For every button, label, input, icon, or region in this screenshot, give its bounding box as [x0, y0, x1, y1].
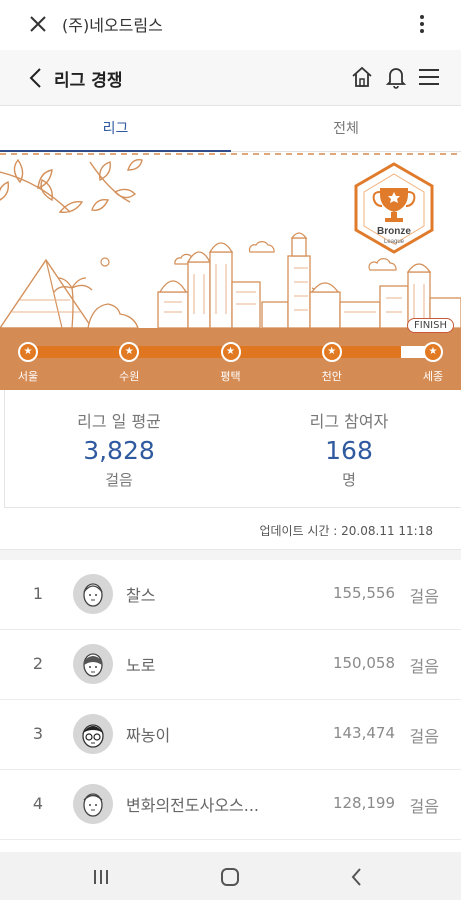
- home-icon[interactable]: [350, 65, 374, 89]
- stat-avg-unit: 걸음: [105, 471, 133, 489]
- rank-number: 4: [32, 794, 44, 813]
- league-progress-bar: FINISH ★ 서울 ★ 수원 ★ 평택 ★ 천안 ★ 세종: [0, 318, 461, 390]
- steps-unit: 걸음: [409, 797, 439, 816]
- avatar-icon: [73, 574, 113, 614]
- league-stats: 리그 일 평균 3,828 걸음 리그 참여자 168 명: [4, 390, 461, 508]
- bell-icon[interactable]: [384, 64, 408, 90]
- route-city-label: 수원: [119, 370, 140, 383]
- stat-daily-average: 리그 일 평균 3,828 걸음: [19, 408, 219, 490]
- system-nav-bar: [0, 852, 461, 900]
- close-icon[interactable]: [26, 12, 50, 36]
- finish-label: FINISH: [407, 318, 454, 333]
- ranking-row[interactable]: 2 노로 150,058 걸음: [0, 630, 461, 700]
- stat-participants: 리그 참여자 168 명: [249, 408, 449, 490]
- more-vert-icon[interactable]: [412, 12, 432, 36]
- star-icon: ★: [423, 342, 443, 362]
- star-icon: ★: [220, 342, 241, 362]
- route-city-label: 서울: [17, 370, 39, 383]
- rank-number: 2: [32, 654, 44, 673]
- star-icon: ★: [321, 342, 342, 362]
- tab-league-label: 리그: [102, 121, 129, 137]
- star-icon: ★: [18, 342, 38, 362]
- avatar-icon: [73, 714, 113, 754]
- stat-avg-label: 리그 일 평균: [77, 412, 161, 431]
- menu-icon[interactable]: [418, 67, 440, 87]
- badge-subtitle: League: [384, 239, 405, 245]
- star-icon: ★: [119, 342, 140, 362]
- section-divider: [0, 550, 461, 560]
- tab-league[interactable]: 리그: [0, 107, 231, 153]
- stat-participants-unit: 명: [342, 471, 356, 489]
- back-icon[interactable]: [26, 66, 46, 90]
- home-button-icon[interactable]: [219, 866, 241, 888]
- stat-avg-value: 3,828: [83, 436, 155, 465]
- member-steps: 128,199: [332, 794, 395, 812]
- stat-participants-label: 리그 참여자: [309, 412, 389, 431]
- stat-participants-value: 168: [325, 436, 373, 465]
- app-top-bar: (주)네오드림스: [0, 0, 461, 48]
- app-title: (주)네오드림스: [62, 16, 163, 35]
- ranking-row[interactable]: 3 짜농이 143,474 걸음: [0, 700, 461, 770]
- ranking-list: 1 찰스 155,556 걸음 2 노로 150,058 걸음 3 짜농이 14…: [0, 560, 461, 844]
- page-header: 리그 경쟁: [0, 50, 461, 106]
- rank-number: 3: [32, 724, 44, 743]
- progress-fill: [28, 346, 401, 358]
- route-city-label: 평택: [220, 370, 241, 383]
- member-name: 변화의전도사오스...: [126, 796, 260, 815]
- member-name: 찰스: [126, 586, 156, 605]
- member-steps: 143,474: [332, 724, 395, 742]
- member-steps: 150,058: [332, 654, 395, 672]
- page-title: 리그 경쟁: [54, 71, 123, 91]
- member-name: 짜농이: [126, 726, 171, 745]
- route-city-label: 천안: [321, 370, 342, 383]
- update-time-row: 업데이트 시간 : 20.08.11 11:18: [0, 508, 461, 550]
- rank-number: 1: [32, 584, 44, 603]
- update-time: 업데이트 시간 : 20.08.11 11:18: [259, 524, 433, 538]
- badge-title: Bronze: [377, 226, 411, 237]
- bronze-league-badge: Bronze League: [354, 162, 434, 254]
- tab-all-label: 전체: [333, 121, 359, 137]
- member-name: 노로: [126, 656, 156, 675]
- steps-unit: 걸음: [409, 727, 439, 746]
- tab-all[interactable]: 전체: [231, 107, 461, 152]
- steps-unit: 걸음: [409, 587, 439, 606]
- recent-apps-icon[interactable]: [90, 866, 112, 888]
- steps-unit: 걸음: [409, 657, 439, 676]
- tab-bar: 리그 전체: [0, 107, 461, 153]
- route-city-label: 세종: [422, 370, 444, 383]
- member-steps: 155,556: [332, 584, 395, 602]
- nav-back-icon[interactable]: [346, 866, 368, 888]
- avatar-icon: [73, 644, 113, 684]
- ranking-row[interactable]: 1 찰스 155,556 걸음: [0, 560, 461, 630]
- avatar-icon: [73, 784, 113, 824]
- ranking-row[interactable]: 4 변화의전도사오스... 128,199 걸음: [0, 770, 461, 840]
